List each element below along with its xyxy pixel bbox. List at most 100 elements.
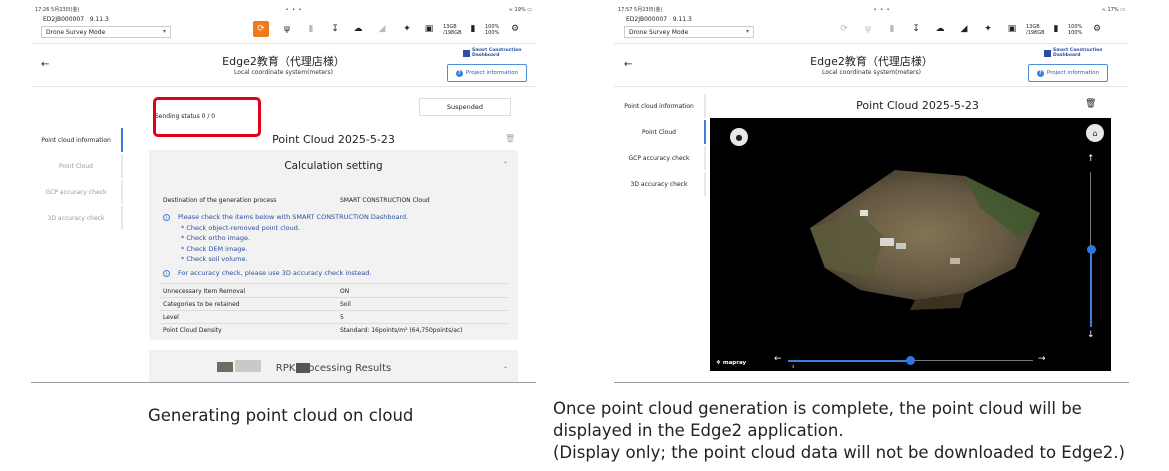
satellite-icon[interactable]: ✦ bbox=[980, 21, 996, 37]
thumbnail-image bbox=[235, 360, 261, 372]
vertical-slider-handle[interactable] bbox=[1087, 245, 1096, 254]
gear-icon[interactable]: ⚙ bbox=[1089, 21, 1105, 37]
status-bar: 17:57 5月23日(金) • • • ≈ 17% ▭ bbox=[614, 5, 1129, 14]
status-dots: • • • bbox=[873, 6, 891, 13]
sidebar-item-3d-accuracy-check[interactable]: 3D accuracy check bbox=[614, 172, 706, 196]
status-time: 17:57 bbox=[618, 7, 633, 13]
trash-icon[interactable]: 🗑 bbox=[505, 134, 515, 143]
status-bar: 17:26 5月23日(金) • • • ≈ 19% ▭ bbox=[31, 5, 536, 14]
battery-readout: 100% 100% bbox=[485, 24, 500, 36]
timeline-handle[interactable] bbox=[906, 356, 915, 365]
calculation-setting-header[interactable]: Calculation setting ⌃ bbox=[149, 150, 518, 182]
sd-card-icon[interactable]: ▮ bbox=[884, 21, 900, 37]
rpk-processing-title: RPK Processing Results bbox=[275, 363, 392, 374]
caption-right-line: Once point cloud generation is complete,… bbox=[553, 399, 1082, 418]
building-marker bbox=[860, 210, 868, 216]
point-cloud-title: Point Cloud 2025-5-23 bbox=[272, 133, 395, 146]
chevron-down-icon: ▾ bbox=[162, 28, 166, 35]
divider bbox=[159, 323, 508, 324]
sidebar-item-gcp-accuracy-check[interactable]: GCP accuracy check bbox=[614, 146, 706, 170]
project-information-button[interactable]: ? Project information bbox=[1028, 64, 1108, 82]
point-cloud-viewer[interactable]: ● ⌂ ↑ ↓ ❖ mapray ← 4 → bbox=[710, 118, 1111, 371]
satellite-icon[interactable]: ✦ bbox=[399, 21, 415, 37]
highlight-box bbox=[153, 97, 261, 137]
sync-icon[interactable]: ⟳ bbox=[253, 21, 269, 37]
storage-readout: 13GB/198GB bbox=[1026, 24, 1045, 36]
status-dots: • • • bbox=[285, 6, 303, 13]
download-icon[interactable]: ↧ bbox=[908, 21, 924, 37]
setting-label: Unnecessary Item Removal bbox=[163, 288, 246, 295]
caption-left: Generating point cloud on cloud bbox=[148, 406, 414, 425]
download-icon[interactable]: ↧ bbox=[327, 21, 343, 37]
usb-icon[interactable]: ψ bbox=[860, 21, 876, 37]
folder-icon[interactable]: ▣ bbox=[1004, 21, 1020, 37]
status-time: 17:26 bbox=[35, 7, 50, 13]
setting-value: Standard: 16points/m² (64,750points/ac) bbox=[340, 327, 463, 334]
accuracy-note: For accuracy check, please use 3D accura… bbox=[178, 269, 372, 277]
device-info: ED2JB000007 9.11.3 bbox=[626, 16, 692, 23]
cloud-icon[interactable]: ☁ bbox=[932, 21, 948, 37]
caption-right-line: (Display only; the point cloud data will… bbox=[553, 443, 1125, 462]
building-marker bbox=[950, 258, 960, 264]
rpk-processing-panel[interactable]: RPK Processing Results ⌃ bbox=[149, 350, 518, 382]
project-information-button[interactable]: ? Project information bbox=[447, 64, 527, 82]
chevron-up-icon: ⌃ bbox=[502, 161, 508, 168]
arrow-left-icon[interactable]: ← bbox=[774, 354, 782, 364]
scd-logo-icon bbox=[463, 49, 470, 57]
scd-logo: Smart Construction Dashboard bbox=[463, 48, 521, 58]
gear-icon[interactable]: ⚙ bbox=[507, 21, 523, 37]
arrow-right-icon[interactable]: → bbox=[1038, 354, 1046, 364]
check-notes: Please check the items below with SMART … bbox=[178, 213, 409, 263]
sd-card-icon[interactable]: ▮ bbox=[303, 21, 319, 37]
trash-icon[interactable]: 🗑 bbox=[1085, 99, 1096, 109]
vertical-slider-fill bbox=[1090, 249, 1092, 327]
sidebar-item-3d-accuracy-check[interactable]: 3D accuracy check bbox=[31, 206, 123, 230]
device-toolbar: ED2JB000007 9.11.3 Drone Survey Mode ▾ ⟳ … bbox=[31, 14, 536, 44]
left-screenshot: 17:26 5月23日(金) • • • ≈ 19% ▭ ED2JB000007… bbox=[31, 5, 536, 383]
view-mode-icon[interactable]: ● bbox=[730, 128, 748, 146]
arrow-down-icon[interactable]: ↓ bbox=[1087, 330, 1095, 340]
setting-label: Level bbox=[163, 314, 179, 321]
destination-value: SMART CONSTRUCTION Cloud bbox=[340, 197, 430, 204]
sidebar-item-gcp-accuracy-check[interactable]: GCP accuracy check bbox=[31, 180, 123, 204]
comparison-figure: 17:26 5月23日(金) • • • ≈ 19% ▭ ED2JB000007… bbox=[0, 0, 1169, 471]
sidebar-item-point-cloud[interactable]: Point Cloud bbox=[31, 154, 123, 178]
scd-logo-icon bbox=[1044, 49, 1051, 57]
cloud-icon[interactable]: ☁ bbox=[350, 21, 366, 37]
mode-select[interactable]: Drone Survey Mode ▾ bbox=[624, 26, 754, 38]
arrow-up-icon[interactable]: ↑ bbox=[1087, 154, 1095, 164]
point-cloud-title: Point Cloud 2025-5-23 bbox=[856, 99, 979, 112]
info-icon: i bbox=[163, 214, 170, 221]
destination-label: Destination of the generation process bbox=[163, 197, 277, 204]
point-cloud-render bbox=[810, 170, 1040, 310]
sync-icon[interactable]: ⟳ bbox=[836, 21, 852, 37]
sidebar-item-point-cloud-information[interactable]: Point cloud information bbox=[614, 94, 706, 118]
timeline-fill bbox=[788, 360, 911, 362]
usb-icon[interactable]: ψ bbox=[279, 21, 295, 37]
building-marker bbox=[880, 238, 894, 246]
status-battery: ≈ 19% ▭ bbox=[508, 6, 532, 13]
sidebar: Point cloud information Point Cloud GCP … bbox=[614, 94, 706, 196]
signal-icon: ◢ bbox=[378, 24, 386, 34]
caption-right-line: displayed in the Edge2 application. bbox=[553, 421, 844, 440]
divider bbox=[159, 283, 508, 284]
sidebar-item-point-cloud-information[interactable]: Point cloud information bbox=[31, 128, 123, 152]
caption-right: Once point cloud generation is complete,… bbox=[553, 398, 1165, 464]
home-icon[interactable]: ⌂ bbox=[1086, 124, 1104, 142]
sidebar: Point cloud information Point Cloud GCP … bbox=[31, 128, 123, 230]
battery-icon: ▮ bbox=[1053, 24, 1059, 34]
mode-select[interactable]: Drone Survey Mode ▾ bbox=[41, 26, 171, 38]
question-icon: ? bbox=[1036, 69, 1044, 77]
status-battery: ≈ 17% ▭ bbox=[1101, 6, 1125, 13]
suspended-button[interactable]: Suspended bbox=[419, 98, 511, 116]
divider bbox=[159, 310, 508, 311]
folder-icon[interactable]: ▣ bbox=[421, 21, 437, 37]
page-header: ← Edge2教育（代理店様） Local coordinate system(… bbox=[614, 45, 1129, 87]
setting-value: ON bbox=[340, 288, 350, 295]
battery-readout: 100% 100% bbox=[1068, 24, 1083, 36]
sidebar-item-point-cloud[interactable]: Point Cloud bbox=[614, 120, 706, 144]
page-header: ← Edge2教育（代理店様） Local coordinate system(… bbox=[31, 45, 536, 87]
setting-value: Soil bbox=[340, 301, 351, 308]
divider bbox=[159, 297, 508, 298]
thumbnail-image bbox=[217, 362, 233, 372]
